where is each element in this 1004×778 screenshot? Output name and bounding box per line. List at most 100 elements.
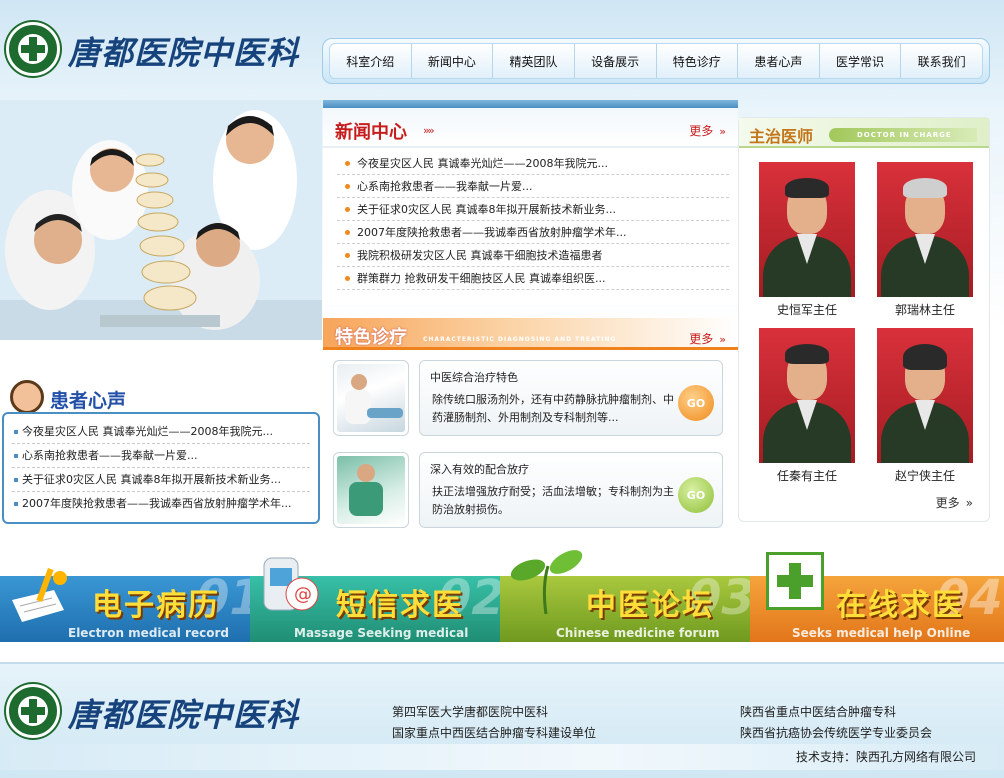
nav-item-team[interactable]: 精英团队 xyxy=(493,44,575,78)
go-button[interactable]: GO xyxy=(678,477,714,513)
banner-subtitle: Massage Seeking medical xyxy=(294,626,469,640)
services-banner: 01 电子病历 Electron medical record 02 短信求医 … xyxy=(0,538,1004,642)
hospital-emblem-icon xyxy=(6,684,60,738)
footer-text: 陕西省抗癌协会传统医学专业委员会 xyxy=(740,726,933,740)
featured-item: 深入有效的配合放疗 扶正法增强放疗耐受；活血法增敏；专科制剂为主防治放射损伤。 … xyxy=(333,452,723,528)
doctor-card[interactable]: 任秦有主任 xyxy=(759,328,855,484)
treatment-photo xyxy=(333,360,409,436)
banner-item-forum[interactable]: 03 中医论坛 Chinese medicine forum xyxy=(500,550,755,642)
banner-title: 中医论坛 xyxy=(586,588,714,623)
footer-site-name: 唐都医院中医科 xyxy=(68,696,300,734)
double-arrow-icon: ›››› xyxy=(423,124,435,137)
doctor-card[interactable]: 赵宁侠主任 xyxy=(877,328,973,484)
doctors-panel: 主治医师 DOCTOR IN CHARGE 史恒军主任 郭瑞林主任 任秦有主任 … xyxy=(738,117,990,522)
featured-header: 特色诊疗 CHARACTERISTIC DIAGNOSING AND TREAT… xyxy=(323,318,738,350)
list-item[interactable]: 今夜星灾区人民 真诚奉光灿烂——2008年我院元... xyxy=(337,152,729,175)
list-item[interactable]: 2007年度陕抢救患者——我诚奉西省放射肿瘤学术年... xyxy=(12,492,310,516)
phone-email-icon: @ xyxy=(260,552,330,622)
doctor-photo xyxy=(877,328,973,463)
doctor-name: 郭瑞林主任 xyxy=(894,303,955,317)
doctor-name: 任秦有主任 xyxy=(776,469,837,483)
doctor-card[interactable]: 史恒军主任 xyxy=(759,162,855,318)
footer-logo: 唐都医院中医科 xyxy=(6,684,306,742)
bullet-icon xyxy=(345,161,350,166)
site-logo[interactable]: 唐都医院中医科 xyxy=(6,22,306,80)
footer-info-col2: 陕西省重点中医结合肿瘤专科 陕西省抗癌协会传统医学专业委员会 xyxy=(740,702,932,744)
document-pen-icon xyxy=(8,566,68,626)
featured-item-title: 中医综合治疗特色 xyxy=(430,371,518,384)
nav-item-news[interactable]: 新闻中心 xyxy=(412,44,494,78)
voice-header: 患者心声 xyxy=(2,374,320,416)
voice-list: 今夜星灾区人民 真诚奉光灿烂——2008年我院元... 心系南抢救患者——我奉献… xyxy=(12,420,310,516)
banner-item-online[interactable]: 04 在线求医 Seeks medical help Online xyxy=(750,552,1004,642)
featured-item-title: 深入有效的配合放疗 xyxy=(430,463,529,476)
doctors-more-link[interactable]: 更多» xyxy=(936,494,973,511)
featured-treatment-panel: 特色诊疗 CHARACTERISTIC DIAGNOSING AND TREAT… xyxy=(323,318,738,530)
list-item[interactable]: 我院积极研发灾区人民 真诚奉干细胞技术造福患者 xyxy=(337,244,729,267)
list-item[interactable]: 今夜星灾区人民 真诚奉光灿烂——2008年我院元... xyxy=(12,420,310,444)
banner-title: 电子病历 xyxy=(92,588,220,623)
footer-text: 陕西省重点中医结合肿瘤专科 xyxy=(740,705,897,719)
svg-text:@: @ xyxy=(294,584,312,605)
doctors-header: 主治医师 DOCTOR IN CHARGE xyxy=(739,118,989,148)
chevron-right-icon: » xyxy=(965,496,973,510)
doctor-photo xyxy=(759,162,855,297)
doctor-name: 史恒军主任 xyxy=(776,303,837,317)
news-center-panel: 新闻中心 ›››› 更多» 今夜星灾区人民 真诚奉光灿烂——2008年我院元..… xyxy=(323,100,738,305)
featured-item-desc: 扶正法增强放疗耐受；活血法增敏；专科制剂为主防治放射损伤。 xyxy=(432,485,674,516)
banner-subtitle: Electron medical record xyxy=(68,626,229,640)
voice-list-box: 今夜星灾区人民 真诚奉光灿烂——2008年我院元... 心系南抢救患者——我奉献… xyxy=(2,412,320,524)
doctor-card[interactable]: 郭瑞林主任 xyxy=(877,162,973,318)
chevron-right-icon: » xyxy=(719,125,726,138)
banner-title: 短信求医 xyxy=(336,588,464,623)
list-item[interactable]: 心系南抢救患者——我奉献一片爱... xyxy=(337,175,729,198)
footer-tech-support[interactable]: 技术支持：陕西孔方网络有限公司 xyxy=(796,748,976,765)
nav-item-contact[interactable]: 联系我们 xyxy=(901,44,982,78)
medical-cross-icon xyxy=(766,552,824,610)
nav-item-department[interactable]: 科室介绍 xyxy=(330,44,412,78)
bullet-icon xyxy=(345,184,350,189)
bullet-icon xyxy=(345,253,350,258)
doctor-name: 赵宁侠主任 xyxy=(894,469,955,483)
footer-text: 第四军医大学唐都医院中医科 xyxy=(392,705,549,719)
banner-item-sms[interactable]: 02 短信求医 Massage Seeking medical @ xyxy=(250,557,505,642)
nav-item-featured[interactable]: 特色诊疗 xyxy=(657,44,739,78)
site-footer: 唐都医院中医科 第四军医大学唐都医院中医科 国家重点中西医结合肿瘤专科建设单位 … xyxy=(0,662,1004,778)
nav-item-knowledge[interactable]: 医学常识 xyxy=(820,44,902,78)
banner-title: 在线求医 xyxy=(836,588,964,623)
chevron-right-icon: » xyxy=(719,333,726,346)
main-nav: 科室介绍 新闻中心 精英团队 设备展示 特色诊疗 患者心声 医学常识 联系我们 xyxy=(322,38,990,84)
site-name: 唐都医院中医科 xyxy=(68,34,300,72)
voice-title: 患者心声 xyxy=(50,390,127,412)
treatment-photo xyxy=(333,452,409,528)
nav-item-voice[interactable]: 患者心声 xyxy=(738,44,820,78)
list-item[interactable]: 关于征求0灾区人民 真诚奉8年拟开展新技术新业务... xyxy=(337,198,729,221)
doctor-photo xyxy=(877,162,973,297)
news-top-bar xyxy=(323,100,738,108)
go-button[interactable]: GO xyxy=(678,385,714,421)
featured-title: 特色诊疗 xyxy=(335,327,407,348)
doctors-title: 主治医师 xyxy=(749,127,814,146)
nurse-avatar-icon xyxy=(10,380,44,414)
list-item[interactable]: 关于征求0灾区人民 真诚奉8年拟开展新技术新业务... xyxy=(12,468,310,492)
hero-doctors-image xyxy=(0,100,322,340)
list-item[interactable]: 心系南抢救患者——我奉献一片爱... xyxy=(12,444,310,468)
nav-item-equipment[interactable]: 设备展示 xyxy=(575,44,657,78)
banner-subtitle: Chinese medicine forum xyxy=(556,626,720,640)
bullet-icon xyxy=(345,230,350,235)
featured-subtitle: CHARACTERISTIC DIAGNOSING AND TREATING xyxy=(423,336,617,343)
list-item[interactable]: 2007年度陕抢救患者——我诚奉西省放射肿瘤学术年... xyxy=(337,221,729,244)
doctor-photo xyxy=(759,328,855,463)
featured-item-desc: 除传统口服汤剂外，还有中药静脉抗肿瘤制剂、中药灌肠制剂、外用制剂及专科制剂等..… xyxy=(432,393,674,424)
news-list: 今夜星灾区人民 真诚奉光灿烂——2008年我院元... 心系南抢救患者——我奉献… xyxy=(337,152,729,290)
bullet-icon xyxy=(345,276,350,281)
news-more-link[interactable]: 更多» xyxy=(689,122,726,139)
footer-info-col1: 第四军医大学唐都医院中医科 国家重点中西医结合肿瘤专科建设单位 xyxy=(392,702,596,744)
news-header: 新闻中心 ›››› 更多» xyxy=(323,108,738,148)
featured-text-panel: 深入有效的配合放疗 扶正法增强放疗耐受；活血法增敏；专科制剂为主防治放射损伤。 … xyxy=(419,452,723,528)
featured-more-link[interactable]: 更多» xyxy=(689,330,726,347)
banner-item-emr[interactable]: 01 电子病历 Electron medical record xyxy=(0,567,263,642)
list-item[interactable]: 群策群力 抢救研发干细胞技区人民 真诚奉组织医... xyxy=(337,267,729,290)
leaf-icon xyxy=(506,546,586,616)
patient-voice-panel: 患者心声 今夜星灾区人民 真诚奉光灿烂——2008年我院元... 心系南抢救患者… xyxy=(2,374,320,524)
